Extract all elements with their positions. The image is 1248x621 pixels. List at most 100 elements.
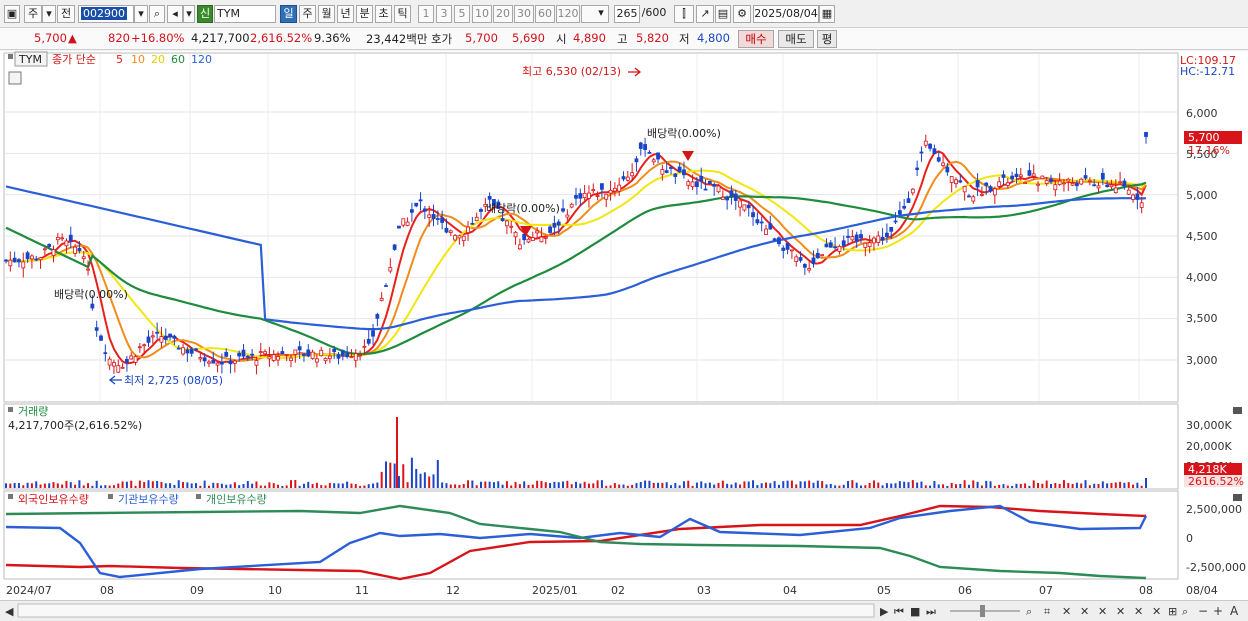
- tf-minute[interactable]: 분: [356, 5, 373, 23]
- speaker-dropdown-icon[interactable]: ▾: [183, 5, 195, 23]
- ruler-icon[interactable]: ⊞: [1168, 605, 1177, 618]
- tf-tick[interactable]: 틱: [394, 5, 411, 23]
- volume-bar: [821, 481, 824, 488]
- volume-spike-bar: [396, 417, 398, 488]
- draw-tool-icon[interactable]: ↗: [696, 5, 714, 23]
- num-60[interactable]: 60: [535, 5, 555, 23]
- zoom-slider-handle[interactable]: [980, 605, 985, 617]
- rewind-icon[interactable]: ⏮: [894, 605, 904, 618]
- scroll-left-icon[interactable]: ◀: [5, 605, 14, 618]
- num-5[interactable]: 5: [454, 5, 470, 23]
- vol-tick-20000k: 20,000K: [1186, 440, 1232, 453]
- window-icon[interactable]: ▣: [4, 5, 20, 23]
- custom-period-dropdown-icon[interactable]: ▾: [594, 5, 608, 23]
- stock-name-field[interactable]: TYM: [214, 5, 276, 23]
- candle-body: [1053, 184, 1058, 191]
- gear-icon[interactable]: ⚙: [733, 5, 751, 23]
- code-dropdown-icon[interactable]: ▾: [134, 5, 148, 23]
- prev-button[interactable]: 전: [57, 5, 75, 23]
- volume-bar: [285, 485, 288, 488]
- tool-icon[interactable]: ⌗: [1044, 605, 1050, 618]
- volume-pct: 2,616.52%: [250, 31, 313, 45]
- y-tick-3000: 3,000: [1186, 354, 1218, 367]
- candle-body: [207, 361, 211, 364]
- chart-area[interactable]: TYM 종가 단순 5 10 20 60 120 최고 6,530 (02/13…: [0, 51, 1248, 621]
- volume-bar: [773, 481, 776, 488]
- candle-body: [319, 349, 324, 357]
- candle-body: [172, 335, 177, 339]
- zoom-icon[interactable]: ⌕: [1182, 605, 1188, 618]
- volume-bar: [980, 485, 983, 488]
- save-icon[interactable]: ▤: [715, 5, 731, 23]
- zoom-out-icon[interactable]: −: [1198, 604, 1208, 618]
- chevron-down-icon[interactable]: ▾: [42, 5, 56, 23]
- volume-bar: [739, 484, 742, 488]
- font-size-icon[interactable]: A: [1230, 604, 1239, 618]
- candle-body: [21, 261, 26, 269]
- date-field[interactable]: 2025/08/04: [753, 5, 819, 23]
- zoom-in-icon[interactable]: +: [1213, 604, 1223, 618]
- tf-day[interactable]: 일: [280, 5, 297, 23]
- num-30[interactable]: 30: [514, 5, 534, 23]
- stop-icon[interactable]: ■: [910, 605, 920, 618]
- buy-button[interactable]: 매수: [738, 30, 774, 48]
- volume-handle-icon: [8, 407, 13, 412]
- volume-bar: [756, 485, 759, 488]
- scroll-right-icon[interactable]: ▶: [880, 605, 889, 618]
- volume-bar: [929, 485, 932, 488]
- volume-bar: [1101, 481, 1104, 488]
- stock-code-input[interactable]: 002900: [78, 5, 134, 23]
- volume-bar: [30, 483, 33, 488]
- volume-bar: [130, 480, 133, 488]
- tool-icon[interactable]: ✕: [1152, 605, 1161, 618]
- candle-body: [582, 192, 587, 198]
- candle-body: [828, 242, 833, 248]
- tool-icon[interactable]: ✕: [1098, 605, 1107, 618]
- forward-icon[interactable]: ⏭: [926, 605, 936, 618]
- tool-icon[interactable]: ✕: [1116, 605, 1125, 618]
- calendar-icon[interactable]: ▦: [819, 5, 835, 23]
- candle-body: [548, 226, 552, 233]
- candle-body: [293, 349, 298, 355]
- candle-body: [375, 314, 380, 319]
- num-20[interactable]: 20: [493, 5, 513, 23]
- candle-body: [47, 244, 52, 247]
- count-field[interactable]: 265: [614, 5, 640, 23]
- candle-body: [336, 354, 341, 359]
- candle-type-icon[interactable]: ⫿: [674, 5, 694, 23]
- num-3[interactable]: 3: [436, 5, 452, 23]
- price-change: 820: [108, 31, 130, 45]
- search-icon[interactable]: ⌕: [149, 5, 165, 23]
- volume-panel-close-icon[interactable]: [1233, 407, 1242, 414]
- tf-week[interactable]: 주: [299, 5, 316, 23]
- table-grid-icon[interactable]: [8, 71, 22, 85]
- tool-icon[interactable]: ✕: [1080, 605, 1089, 618]
- volume-bar: [1019, 483, 1022, 488]
- eval-button[interactable]: 평: [817, 30, 837, 48]
- volume-bar: [618, 484, 621, 488]
- x-tick-label: 10: [268, 584, 282, 597]
- sell-button[interactable]: 매도: [778, 30, 814, 48]
- period-select[interactable]: 주: [24, 5, 42, 23]
- crosshair-icon[interactable]: ✕: [1062, 605, 1071, 618]
- volume-bar: [104, 485, 107, 488]
- tf-month[interactable]: 월: [318, 5, 335, 23]
- volume-bar: [864, 485, 867, 488]
- tool-icon[interactable]: ✕: [1134, 605, 1143, 618]
- candle-body: [245, 355, 250, 358]
- scroll-track[interactable]: [17, 603, 875, 618]
- volume-bar: [65, 480, 68, 488]
- volume-bar: [717, 482, 720, 488]
- magnify-icon[interactable]: ⌕: [1026, 605, 1032, 618]
- tf-second[interactable]: 초: [375, 5, 392, 23]
- holdings-panel-close-icon[interactable]: [1233, 494, 1242, 501]
- num-1[interactable]: 1: [418, 5, 434, 23]
- volume-bar: [501, 484, 504, 488]
- num-10[interactable]: 10: [472, 5, 492, 23]
- volume-bar: [894, 483, 897, 488]
- candle-body: [211, 359, 216, 364]
- tf-year[interactable]: 년: [337, 5, 354, 23]
- candle-body: [1126, 189, 1131, 195]
- num-120[interactable]: 120: [556, 5, 580, 23]
- speaker-icon[interactable]: ◂: [167, 5, 183, 23]
